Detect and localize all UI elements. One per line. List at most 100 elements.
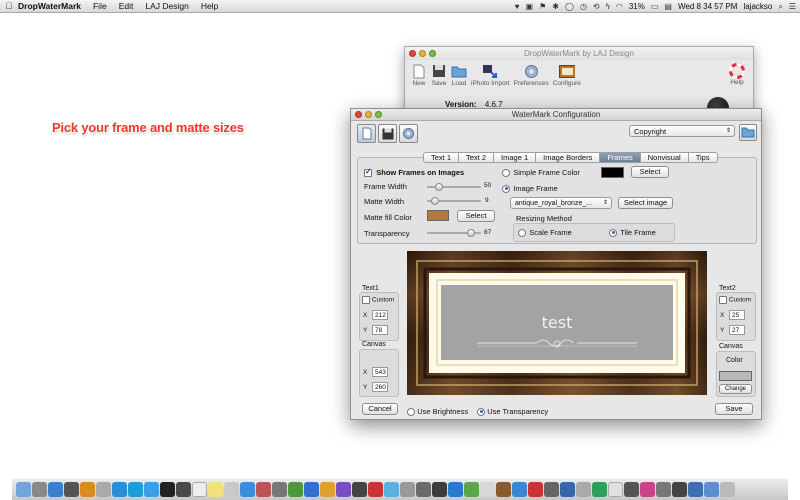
app-menu[interactable]: DropWaterMark [18, 1, 81, 11]
matte-fill-swatch[interactable] [427, 210, 449, 221]
bolt-icon[interactable]: ϟ [606, 2, 610, 11]
preferences-button[interactable]: Preferences [514, 63, 549, 87]
frame-width-slider[interactable] [427, 183, 481, 191]
image-capture-icon[interactable] [576, 482, 591, 497]
xcode-icon[interactable] [384, 482, 399, 497]
textedit-icon[interactable] [608, 482, 623, 497]
chat-icon[interactable]: ◯ [565, 2, 574, 11]
text1-custom-checkbox[interactable] [362, 296, 370, 304]
close-icon[interactable] [355, 111, 362, 118]
tab-text-1[interactable]: Text 1 [423, 152, 460, 163]
tile-frame-row[interactable]: Tile Frame [609, 228, 656, 237]
calendar-icon[interactable]: ▤ [664, 2, 672, 11]
use-brightness-row[interactable]: Use Brightness [407, 407, 468, 416]
zoom-icon[interactable] [375, 111, 382, 118]
scale-frame-radio[interactable] [518, 228, 526, 237]
quicktime-icon[interactable] [432, 482, 447, 497]
disk-utility-icon[interactable] [544, 482, 559, 497]
terminal-icon[interactable] [160, 482, 175, 497]
apple-menu-icon[interactable]:  [0, 1, 18, 11]
launchpad-icon[interactable] [32, 482, 47, 497]
close-icon[interactable] [409, 50, 416, 57]
itunes-icon[interactable] [336, 482, 351, 497]
mission-control-icon[interactable] [64, 482, 79, 497]
photo-booth-icon[interactable] [368, 482, 383, 497]
use-brightness-radio[interactable] [407, 407, 415, 416]
photo-app-icon[interactable] [256, 482, 271, 497]
flag-icon[interactable]: ⚑ [539, 2, 546, 11]
pages-icon[interactable] [320, 482, 335, 497]
change-canvas-color-button[interactable]: Change [719, 384, 752, 394]
text2-y-field[interactable]: 27 [729, 325, 745, 335]
music-icon[interactable] [528, 482, 543, 497]
safari-icon[interactable] [112, 482, 127, 497]
screen-sharing-icon[interactable] [560, 482, 575, 497]
notification-list-icon[interactable]: ☰ [789, 2, 796, 11]
bluetooth-icon[interactable]: ✱ [552, 2, 559, 11]
menu-edit[interactable]: Edit [119, 1, 134, 11]
show-frames-checkbox[interactable] [364, 167, 372, 177]
trash-icon[interactable] [720, 482, 735, 497]
tab-image-1[interactable]: Image 1 [494, 152, 537, 163]
new-config-button[interactable] [357, 124, 376, 143]
console-icon[interactable] [672, 482, 687, 497]
system-preferences-icon[interactable] [272, 482, 287, 497]
text2-custom-checkbox[interactable] [719, 296, 727, 304]
spotlight-search-icon[interactable]: ⌕ [778, 2, 782, 12]
load-button[interactable]: Load [451, 63, 467, 87]
help-button[interactable]: Help [729, 63, 745, 86]
minimize-icon[interactable] [365, 111, 372, 118]
notes-icon[interactable] [208, 482, 223, 497]
preview-app-icon[interactable] [96, 482, 111, 497]
dropwatermark-icon[interactable] [496, 482, 511, 497]
cancel-button[interactable]: Cancel [362, 403, 398, 415]
tile-frame-radio[interactable] [609, 228, 617, 237]
menu-help[interactable]: Help [201, 1, 218, 11]
calendar-dock-icon[interactable] [192, 482, 207, 497]
tab-tips[interactable]: Tips [688, 152, 718, 163]
preset-select[interactable]: Copyright ⇕ [629, 125, 735, 137]
matte-width-knob[interactable] [431, 197, 439, 205]
frame-file-select[interactable]: antique_royal_bronze_... ⇕ [510, 197, 612, 209]
canvas-x-field[interactable]: 543 [372, 367, 388, 377]
simple-frame-color-swatch[interactable] [601, 167, 624, 178]
simple-frame-row[interactable]: Simple Frame Color [502, 168, 580, 177]
scale-frame-row[interactable]: Scale Frame [518, 228, 572, 237]
utility-icon[interactable] [400, 482, 415, 497]
text1-x-field[interactable]: 212 [372, 310, 388, 320]
menu-file[interactable]: File [93, 1, 107, 11]
wifi-icon[interactable]: ◠ [616, 2, 623, 11]
text2-x-field[interactable]: 25 [729, 310, 745, 320]
maps-icon[interactable] [464, 482, 479, 497]
text-editor-icon[interactable] [448, 482, 463, 497]
mail-icon[interactable] [240, 482, 255, 497]
text2-custom-row[interactable]: Custom [719, 296, 751, 304]
zoom-icon[interactable] [429, 50, 436, 57]
image-frame-row[interactable]: Image Frame [502, 184, 558, 193]
frame-width-knob[interactable] [435, 183, 443, 191]
transparency-slider[interactable] [427, 229, 481, 237]
font-book-icon[interactable] [480, 482, 495, 497]
automator-icon[interactable] [624, 482, 639, 497]
status-square-icon[interactable]: ▣ [526, 2, 534, 11]
keynote-icon[interactable] [304, 482, 319, 497]
battery-percent[interactable]: 31% [629, 2, 645, 11]
minimize-icon[interactable] [419, 50, 426, 57]
canvas-color-swatch[interactable] [719, 371, 752, 381]
menu-laj-design[interactable]: LAJ Design [145, 1, 188, 11]
sync-icon[interactable]: ⟲ [593, 2, 600, 11]
select-image-button[interactable]: Select image [618, 197, 673, 209]
dashboard-icon[interactable] [512, 482, 527, 497]
text1-y-field[interactable]: 78 [372, 325, 388, 335]
use-transparency-radio[interactable] [477, 407, 485, 416]
canvas-y-field[interactable]: 260 [372, 382, 388, 392]
documents-stack-icon[interactable] [688, 482, 703, 497]
firefox-icon[interactable] [80, 482, 95, 497]
text1-custom-row[interactable]: Custom [362, 296, 394, 304]
show-frames-row[interactable]: Show Frames on Images [364, 167, 464, 177]
photos-icon[interactable] [640, 482, 655, 497]
matte-width-slider[interactable] [427, 197, 481, 205]
user-name[interactable]: lajackso [743, 2, 772, 11]
configure-button[interactable]: Configure [553, 63, 581, 87]
save-toolbar-button[interactable]: Save [431, 63, 447, 87]
